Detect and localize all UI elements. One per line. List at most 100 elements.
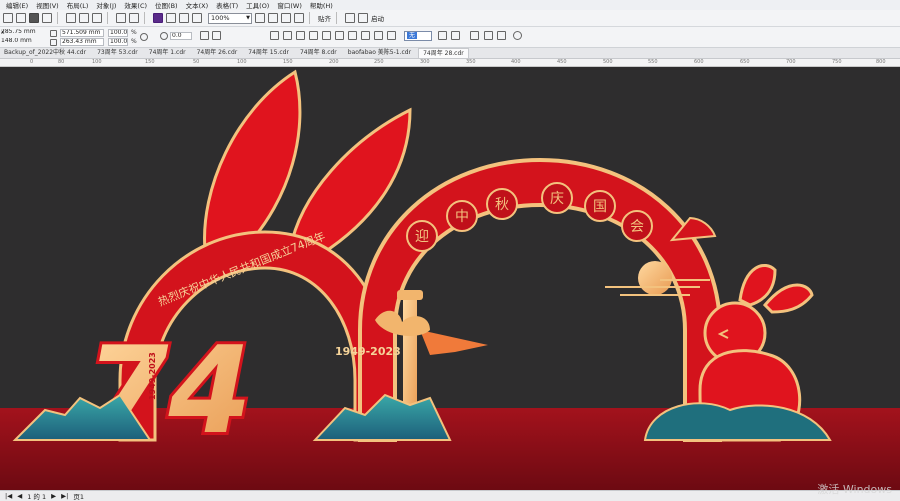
property-bar: x 285.75 mm 148.0 mm 571.509 mm 263.43 m…	[0, 27, 900, 48]
rotation-angle-field[interactable]: 0.0	[170, 32, 192, 40]
tab-document[interactable]: 74周年 15.cdr	[244, 48, 293, 58]
flag	[420, 330, 488, 355]
import-icon[interactable]	[166, 13, 176, 23]
guidelines-icon[interactable]	[294, 13, 304, 23]
erase-icon[interactable]	[484, 31, 493, 40]
export-icon[interactable]	[179, 13, 189, 23]
publish-pdf-icon[interactable]	[192, 13, 202, 23]
position-y-field[interactable]: 148.0 mm	[0, 38, 46, 46]
shadow-icon[interactable]	[497, 31, 506, 40]
ruler-tick-label: 500	[603, 59, 613, 65]
menu-table[interactable]: 表格(T)	[216, 0, 238, 10]
ruler-tick-label: 350	[466, 59, 476, 65]
open-icon[interactable]	[16, 13, 26, 23]
menu-bitmaps[interactable]: 位图(B)	[155, 0, 178, 10]
next-page-icon[interactable]: ▶	[51, 492, 56, 500]
ruler-tick-label: 750	[832, 59, 842, 65]
copy-icon[interactable]	[79, 13, 89, 23]
lock-ratio-icon[interactable]	[140, 33, 148, 41]
combine-icon[interactable]	[309, 31, 318, 40]
corel-connect-icon[interactable]	[153, 13, 163, 23]
align-icon[interactable]	[387, 31, 396, 40]
menu-bar: 编辑(E) 视图(V) 布局(L) 对象(J) 效果(C) 位图(B) 文本(X…	[0, 0, 900, 10]
ruler-tick-label: 650	[740, 59, 750, 65]
tab-document[interactable]: 74周年 26.cdr	[193, 48, 242, 58]
print-icon[interactable]	[42, 13, 52, 23]
ruler-tick-label: 250	[374, 59, 384, 65]
new-icon[interactable]	[3, 13, 13, 23]
scale-y-unit: %	[131, 38, 137, 45]
ruler-tick-label: 150	[283, 59, 293, 65]
width-icon	[50, 30, 57, 37]
position-x-field[interactable]: 285.75 mm	[0, 29, 46, 37]
tab-document[interactable]: 74周年 1.cdr	[145, 48, 190, 58]
launch-menu[interactable]: 启动	[371, 13, 384, 23]
paste-icon[interactable]	[92, 13, 102, 23]
object-height-field[interactable]: 263.43 mm	[60, 38, 104, 46]
simplify-icon[interactable]	[374, 31, 383, 40]
menu-layout[interactable]: 布局(L)	[67, 0, 89, 10]
toolbar-divider	[107, 12, 108, 24]
number-years-vertical: 1949-2023	[148, 352, 157, 400]
scale-y-field[interactable]: 100.0	[108, 38, 128, 46]
standard-toolbar: 100% ▼ 贴齐 启动	[0, 10, 900, 27]
zoom-level-select[interactable]: 100% ▼	[208, 12, 252, 24]
ruler-tick-label: 100	[92, 59, 102, 65]
object-width-field[interactable]: 571.509 mm	[60, 29, 104, 37]
cut-icon[interactable]	[66, 13, 76, 23]
snap-to-menu[interactable]: 贴齐	[318, 13, 331, 23]
ruler-tick-label: 550	[648, 59, 658, 65]
tab-document-active[interactable]: 74周年 28.cdr	[418, 48, 469, 58]
rulers-icon[interactable]	[268, 13, 278, 23]
mirror-horizontal-icon[interactable]	[200, 31, 209, 40]
menu-tools[interactable]: 工具(O)	[246, 0, 269, 10]
artwork-svg: 迎 中 秋 庆 国 会 热烈庆祝中华人民共和国成立74周年 1949-2023 …	[0, 69, 900, 490]
menu-help[interactable]: 帮助(H)	[310, 0, 333, 10]
menu-effects[interactable]: 效果(C)	[124, 0, 147, 10]
outline-width-select[interactable]: 无	[404, 31, 432, 41]
scale-x-field[interactable]: 100.0	[108, 29, 128, 37]
menu-text[interactable]: 文本(X)	[186, 0, 209, 10]
menu-window[interactable]: 窗口(W)	[277, 0, 302, 10]
tab-document[interactable]: 74周年 8.cdr	[296, 48, 341, 58]
tab-document[interactable]: baofabao 美陈5-1.cdr	[344, 48, 415, 58]
ruler-tick-label: 600	[694, 59, 704, 65]
full-screen-icon[interactable]	[255, 13, 265, 23]
quick-customize-icon[interactable]	[470, 31, 479, 40]
ungroup-all-icon[interactable]	[296, 31, 305, 40]
menu-edit[interactable]: 编辑(E)	[6, 0, 28, 10]
moon	[638, 261, 672, 295]
ruler-tick-label: 200	[329, 59, 339, 65]
mid-autumn-char: 秋	[495, 197, 509, 213]
grid-icon[interactable]	[281, 13, 291, 23]
undo-icon[interactable]	[116, 13, 126, 23]
group-icon[interactable]	[270, 31, 279, 40]
pen-icon[interactable]	[438, 31, 447, 40]
menu-object[interactable]: 对象(J)	[96, 0, 116, 10]
add-icon[interactable]	[513, 31, 522, 40]
paint-icon[interactable]	[451, 31, 460, 40]
horizontal-ruler[interactable]: 0 80 100 150 50 100 150 200 250 300 350 …	[0, 59, 900, 67]
break-apart-icon[interactable]	[322, 31, 331, 40]
menu-view[interactable]: 视图(V)	[36, 0, 59, 10]
ruler-tick-label: 700	[786, 59, 796, 65]
tab-document[interactable]: Backup_of_2022中秋 44.cdr	[0, 48, 90, 58]
last-page-icon[interactable]: ▶|	[61, 492, 68, 500]
prev-page-icon[interactable]: ◀	[17, 492, 22, 500]
status-bar: |◀ ◀ 1 的 1 ▶ ▶| 页1	[0, 490, 900, 501]
first-page-icon[interactable]: |◀	[5, 492, 12, 500]
save-icon[interactable]	[29, 13, 39, 23]
trim-icon[interactable]	[348, 31, 357, 40]
ruler-tick-label: 400	[511, 59, 521, 65]
gear-icon[interactable]	[345, 13, 355, 23]
mirror-vertical-icon[interactable]	[212, 31, 221, 40]
app-launcher-icon[interactable]	[358, 13, 368, 23]
mid-autumn-char: 中	[455, 209, 469, 225]
page-tab[interactable]: 页1	[73, 491, 84, 501]
intersect-icon[interactable]	[361, 31, 370, 40]
tab-document[interactable]: 73周年 53.cdr	[93, 48, 142, 58]
drawing-canvas[interactable]: 迎 中 秋 庆 国 会 热烈庆祝中华人民共和国成立74周年 1949-2023 …	[0, 67, 900, 490]
ungroup-icon[interactable]	[283, 31, 292, 40]
redo-icon[interactable]	[129, 13, 139, 23]
weld-icon[interactable]	[335, 31, 344, 40]
